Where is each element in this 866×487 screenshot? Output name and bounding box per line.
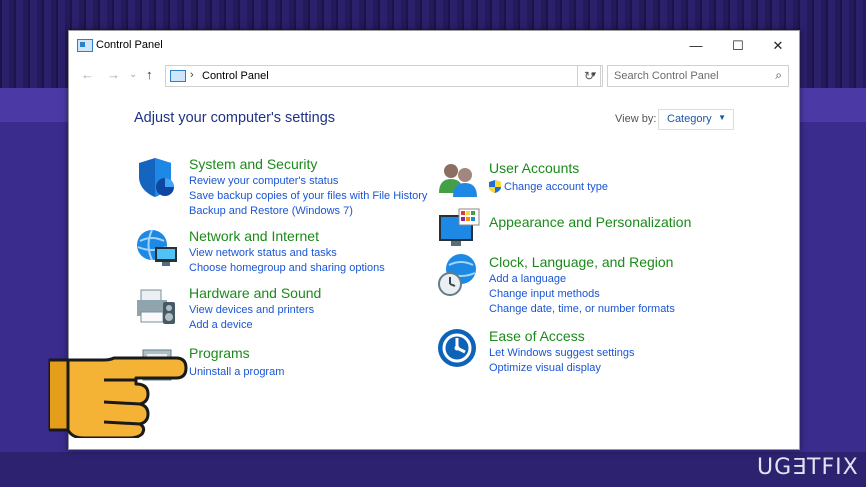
title-bar[interactable]: Control Panel — ☐ ✕ (69, 31, 799, 61)
view-by-value: Category (667, 113, 712, 125)
address-bar[interactable]: › Control Panel ▾ (165, 65, 603, 87)
link-windows-suggest[interactable]: Let Windows suggest settings (489, 347, 635, 359)
pointing-hand-icon (48, 356, 188, 438)
category-title[interactable]: System and Security (189, 156, 317, 172)
watermark-logo: UG∃TFIX (757, 455, 859, 480)
search-icon[interactable]: ⌕ (775, 68, 782, 83)
link-devices-printers[interactable]: View devices and printers (189, 304, 314, 316)
ease-of-access-icon (438, 329, 476, 367)
close-button[interactable]: ✕ (757, 31, 799, 61)
recent-locations-icon[interactable]: ⌄ (129, 69, 137, 80)
control-panel-icon (77, 39, 93, 52)
page-title: Adjust your computer's settings (134, 110, 336, 126)
breadcrumb-control-panel[interactable]: Control Panel (202, 70, 269, 82)
minimize-button[interactable]: — (675, 31, 717, 61)
maximize-button[interactable]: ☐ (717, 31, 759, 61)
link-optimize-visual[interactable]: Optimize visual display (489, 362, 601, 374)
category-title[interactable]: User Accounts (489, 160, 579, 176)
category-title[interactable]: Clock, Language, and Region (489, 254, 673, 270)
category-title[interactable]: Ease of Access (489, 328, 585, 344)
link-add-device[interactable]: Add a device (189, 319, 253, 331)
category-title[interactable]: Hardware and Sound (189, 285, 321, 301)
view-by-label: View by: (615, 113, 657, 125)
up-arrow-icon[interactable]: ↑ (146, 67, 153, 82)
network-globe-icon (137, 229, 177, 266)
users-icon (439, 164, 477, 197)
link-input-methods[interactable]: Change input methods (489, 288, 600, 300)
clock-globe-icon (438, 254, 476, 296)
monitor-palette-icon (439, 208, 480, 246)
window-title: Control Panel (96, 39, 163, 51)
link-homegroup[interactable]: Choose homegroup and sharing options (189, 262, 385, 274)
category-title[interactable]: Network and Internet (189, 228, 319, 244)
link-uninstall-program[interactable]: Uninstall a program (189, 366, 284, 378)
view-by-dropdown[interactable]: Category ▼ (658, 109, 734, 130)
refresh-icon[interactable]: ↻ (577, 65, 601, 87)
category-title[interactable]: Appearance and Personalization (489, 214, 691, 230)
back-arrow-icon[interactable]: ← (81, 67, 94, 82)
shield-icon (139, 158, 174, 197)
link-network-status[interactable]: View network status and tasks (189, 247, 337, 259)
link-add-language[interactable]: Add a language (489, 273, 566, 285)
link-date-time-formats[interactable]: Change date, time, or number formats (489, 303, 675, 315)
forward-arrow-icon[interactable]: → (107, 67, 120, 82)
background-bottom (0, 452, 866, 487)
link-backup-restore[interactable]: Backup and Restore (Windows 7) (189, 205, 353, 217)
category-title[interactable]: Programs (189, 345, 250, 361)
link-file-history[interactable]: Save backup copies of your files with Fi… (189, 190, 427, 202)
uac-shield-icon (489, 180, 501, 193)
search-input[interactable]: Search Control Panel ⌕ (607, 65, 789, 87)
printer-icon (137, 289, 175, 324)
address-row: ← → ⌄ ↑ › Control Panel ▾ ↻ Search Contr… (69, 61, 799, 91)
link-review-status[interactable]: Review your computer's status (189, 175, 338, 187)
control-panel-icon (170, 70, 186, 82)
breadcrumb-separator: › (190, 69, 194, 81)
search-placeholder: Search Control Panel (614, 70, 719, 82)
link-change-account-type[interactable]: Change account type (504, 181, 608, 193)
chevron-down-icon: ▼ (718, 113, 726, 122)
